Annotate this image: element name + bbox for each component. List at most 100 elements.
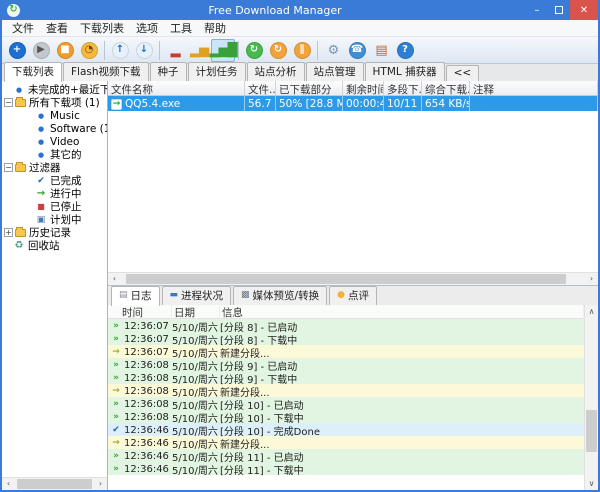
add-download-button[interactable]: + [5,39,29,62]
tree-item-12[interactable]: 回收站 [2,239,107,252]
menu-item-0[interactable]: 文件 [6,20,40,36]
scroll-left-icon[interactable]: ‹ [2,480,15,488]
speed-medium-button[interactable]: ▂▅ [187,39,211,62]
tree-toggle-minus-icon[interactable]: − [4,98,13,107]
log-start-icon: » [108,452,124,461]
minimize-button[interactable]: – [526,0,548,20]
speed-low-button[interactable]: ▂ [163,39,187,62]
tree-hscroll-thumb[interactable] [17,479,93,489]
comment-icon [337,291,345,300]
menu-item-5[interactable]: 帮助 [198,20,232,36]
log-vscroll-track[interactable] [585,318,598,477]
tab-4[interactable]: 站点分析 [247,62,305,81]
log-row-11[interactable]: »12:36:465/10/周六[分段 11] - 下载中 [108,462,584,475]
tab-5[interactable]: 站点管理 [306,62,364,81]
log-row-5[interactable]: →12:36:085/10/周六新建分段... [108,384,584,397]
folder-icon [15,99,26,107]
log-row-2[interactable]: →12:36:075/10/周六新建分段... [108,345,584,358]
content: 未完成的+最近下载−所有下载项 (1)MusicSoftware (1)Vide… [2,81,598,490]
log-done-icon: ✔ [108,426,124,435]
maximize-button[interactable] [548,0,570,20]
bottom-tab-comment[interactable]: 点评 [329,286,377,305]
toolbar-separator [159,41,160,60]
blue-dot-icon [35,110,47,121]
menu-item-3[interactable]: 选项 [130,20,164,36]
tab-3[interactable]: 计划任务 [188,62,246,81]
menu-item-4[interactable]: 工具 [164,20,198,36]
tab-7[interactable]: << [446,65,480,81]
bottom-tab-progress[interactable]: 进程状况 [162,286,232,305]
scroll-right-icon[interactable]: › [94,480,107,488]
tree-toggle-plus-icon[interactable]: + [4,228,13,237]
tree-item-2[interactable]: Music [2,109,107,122]
pause-all-button[interactable]: ∥ [290,39,314,62]
log-column-date[interactable]: 日期 [172,305,220,320]
download-row-0[interactable]: →QQ5.4.exe56.7 ...50% [28.8 MB]00:00:431… [108,96,598,111]
settings-button[interactable]: ⚙ [321,39,345,62]
resume-all-button[interactable]: ↻ [242,39,266,62]
log-column-time[interactable]: 时间 [108,305,172,320]
log-icon [119,291,128,300]
tutorial-book-button[interactable]: ▤ [369,39,393,62]
restart-all-button[interactable]: ↻ [266,39,290,62]
column-header-3[interactable]: 剩余时间 [343,81,384,95]
log-table: 时间 日期 信息 »12:36:075/10/周六[分段 8] - 已启动»12… [108,305,584,490]
tab-6[interactable]: HTML 捕获器 [365,62,445,81]
tree-hscroll-track[interactable] [15,478,94,490]
bottom-tab-media[interactable]: 媒体预览/转换 [233,286,327,305]
column-header-2[interactable]: 已下载部分 [276,81,343,95]
log-column-message[interactable]: 信息 [220,305,584,320]
download-cell-1: 56.7 ... [245,96,276,111]
log-row-8[interactable]: ✔12:36:465/10/周六[分段 10] - 完成Done [108,423,584,436]
move-up-button[interactable]: ↑ [108,39,132,62]
schedule-icon [35,214,47,225]
help-button[interactable]: ? [393,39,417,62]
log-row-1[interactable]: »12:36:075/10/周六[分段 8] - 下载中 [108,332,584,345]
tree-toggle-minus-icon[interactable]: − [4,163,13,172]
red-square-icon [35,201,47,212]
tab-0[interactable]: 下载列表 [4,62,62,82]
bottom-tab-log[interactable]: 日志 [111,286,160,306]
tree-item-3[interactable]: Software (1) [2,122,107,135]
start-download-button[interactable]: ▶ [29,39,53,62]
download-active-icon: → [111,99,122,110]
speed-high-button[interactable]: ▂▅█ [211,39,235,62]
left-panel: 未完成的+最近下载−所有下载项 (1)MusicSoftware (1)Vide… [2,81,108,490]
bottom-panel: 日志 进程状况媒体预览/转换点评 时间 日期 信息 »12:36:075/10/周… [108,286,598,490]
move-down-button[interactable]: ↓ [132,39,156,62]
log-row-9[interactable]: →12:36:465/10/周六新建分段... [108,436,584,449]
log-row-6[interactable]: »12:36:085/10/周六[分段 10] - 已启动 [108,397,584,410]
main-hscrollbar[interactable]: ‹ › [108,272,598,285]
scheduler-button[interactable]: ◔ [77,39,101,62]
main-hscroll-track[interactable] [121,273,585,285]
tree-hscrollbar[interactable]: ‹ › [2,477,107,490]
scroll-left-icon[interactable]: ‹ [108,275,121,283]
column-header-5[interactable]: 综合下载... [422,81,470,95]
main-hscroll-thumb[interactable] [126,274,567,284]
network-button[interactable]: ☎ [345,39,369,62]
log-vscroll-thumb[interactable] [586,410,597,451]
log-row-4[interactable]: »12:36:085/10/周六[分段 9] - 下载中 [108,371,584,384]
tab-2[interactable]: 种子 [150,62,187,81]
close-button[interactable]: ✕ [570,0,598,20]
scroll-down-icon[interactable]: ∨ [589,477,595,490]
tab-1[interactable]: Flash视频下载 [63,62,149,81]
scroll-right-icon[interactable]: › [585,275,598,283]
tree-item-1[interactable]: −所有下载项 (1) [2,96,107,109]
log-row-7[interactable]: »12:36:085/10/周六[分段 10] - 下载中 [108,410,584,423]
bottom-tab-label: 进程状况 [181,288,223,303]
download-cell-0: →QQ5.4.exe [108,96,245,111]
column-header-4[interactable]: 多段下... [384,81,422,95]
menu-item-1[interactable]: 查看 [40,20,74,36]
column-header-1[interactable]: 文件... [245,81,276,95]
scroll-up-icon[interactable]: ∧ [589,305,595,318]
log-row-3[interactable]: »12:36:085/10/周六[分段 9] - 已启动 [108,358,584,371]
log-time: 12:36:07 [124,347,172,358]
column-header-0[interactable]: 文件名称 [108,81,245,95]
log-row-10[interactable]: »12:36:465/10/周六[分段 11] - 已启动 [108,449,584,462]
column-header-6[interactable]: 注释 [470,81,598,95]
stop-download-button[interactable]: ■ [53,39,77,62]
menu-item-2[interactable]: 下载列表 [74,20,130,36]
log-vscrollbar[interactable]: ∧ ∨ [584,305,598,490]
log-row-0[interactable]: »12:36:075/10/周六[分段 8] - 已启动 [108,319,584,332]
